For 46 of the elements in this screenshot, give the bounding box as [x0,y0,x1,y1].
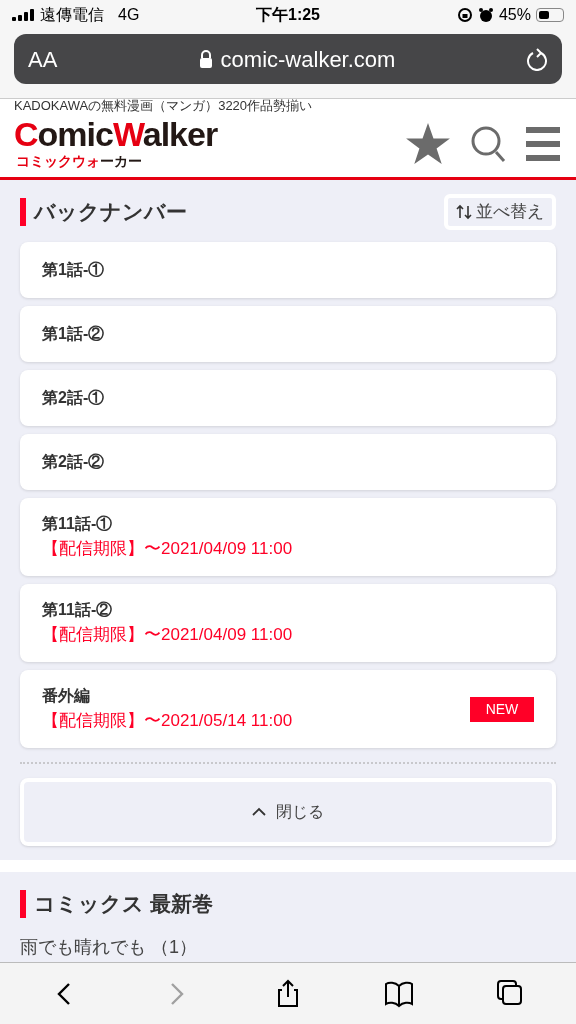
network-type: 4G [118,5,140,25]
close-button[interactable]: 閉じる [20,778,556,846]
site-logo-subtitle: コミックウォ ーカー [16,153,143,169]
episode-card[interactable]: 番外編 【配信期限】〜2021/05/14 11:00 NEW [20,670,556,748]
section-marker [20,198,26,226]
episode-card[interactable]: 第2話-① [20,370,556,426]
carrier-name: 遠傳電信 [40,5,104,25]
clock: 下午1:25 [256,5,320,25]
lock-icon [198,50,213,68]
site-logo[interactable]: ComicWalker [14,115,313,153]
rotation-lock-icon [456,7,473,23]
deadline-text: 【配信期限】〜2021/04/09 11:00 [42,624,293,647]
section-marker [20,889,26,918]
new-badge: NEW [470,696,534,722]
episode-title: 番外編 [42,686,91,707]
episode-card[interactable]: 第11話-① 【配信期限】〜2021/04/09 11:00 [20,498,556,576]
chevron-up-icon [252,807,266,817]
text-size-button[interactable]: AA [28,42,68,76]
star-icon[interactable] [406,123,450,165]
address-bar[interactable]: AA comic-walker.com [14,34,562,84]
sort-button[interactable]: 並べ替え [444,194,556,230]
battery-percent: 45% [498,5,531,25]
section-title: コミックス 最新巻 [34,891,213,917]
reload-icon[interactable] [526,47,548,71]
signal-icon [12,9,34,21]
battery-icon [536,8,564,22]
episode-card[interactable]: 第1話-① [20,242,556,298]
episode-title: 第11話-① [42,514,114,535]
sort-icon [456,204,472,220]
menu-icon[interactable] [526,127,560,161]
alarm-icon [477,7,494,23]
episode-title: 第2話-① [42,388,105,408]
tagline: KADOKAWAの無料漫画（マンガ）3220作品勢揃い [14,97,313,115]
episode-card[interactable]: 第11話-② 【配信期限】〜2021/04/09 11:00 [20,584,556,662]
deadline-text: 【配信期限】〜2021/05/14 11:00 [42,710,293,733]
episode-title: 第11話-② [42,600,114,621]
comic-title[interactable]: 雨でも晴れでも （1） [20,933,556,961]
episode-card[interactable]: 第1話-② [20,306,556,362]
url-text: comic-walker.com [220,45,396,74]
episode-title: 第1話-① [42,260,105,280]
episode-title: 第1話-② [42,324,105,344]
deadline-text: 【配信期限】〜2021/04/09 11:00 [42,538,293,561]
section-title: バックナンバー [34,199,187,226]
episode-card[interactable]: 第2話-② [20,434,556,490]
episode-title: 第2話-② [42,452,105,472]
search-icon[interactable] [470,125,506,163]
